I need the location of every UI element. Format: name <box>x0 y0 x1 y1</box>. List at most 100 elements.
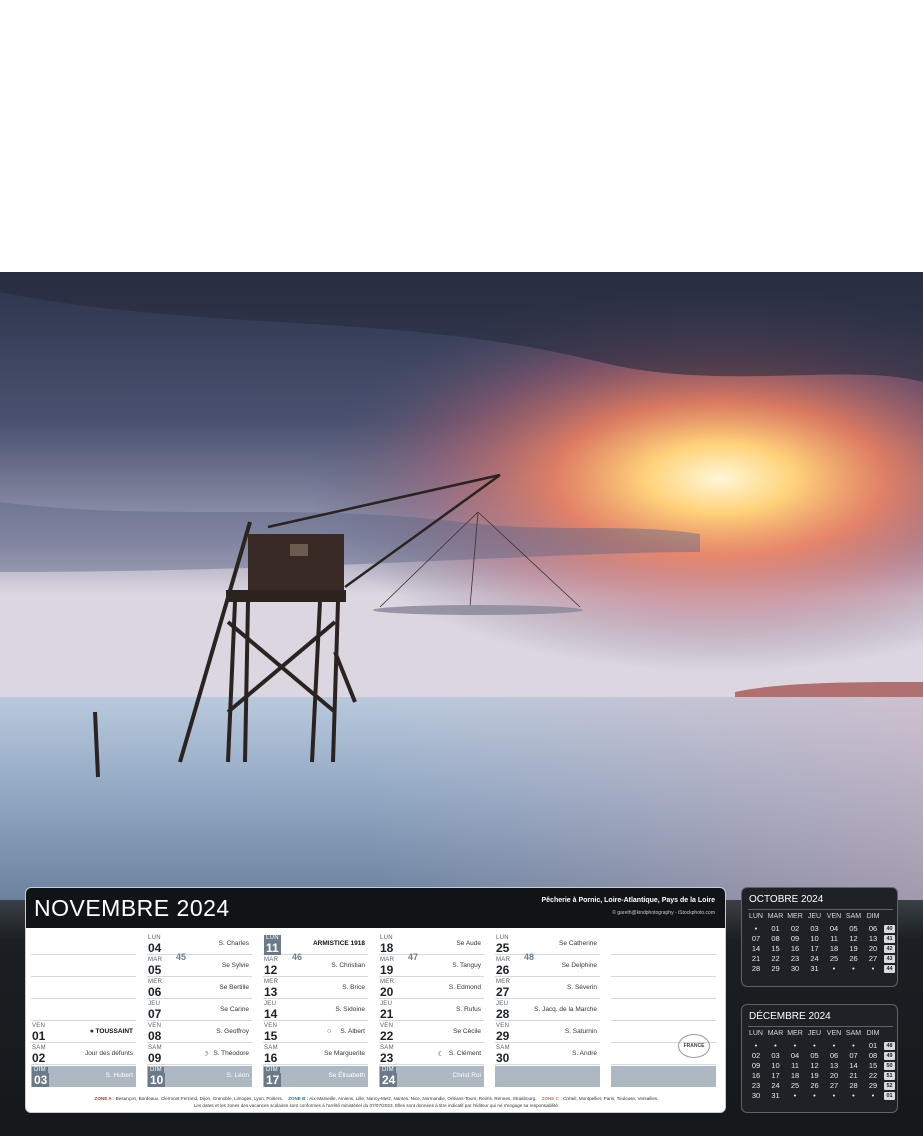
saint-name: S. Hubert <box>105 1072 133 1079</box>
mini-week-number: 50 <box>884 1062 895 1070</box>
day-number: 23 <box>380 1051 394 1065</box>
mini-day: 13 <box>829 1061 839 1070</box>
mini-week-number: 43 <box>884 955 895 963</box>
weekday-header: VEN <box>826 913 842 920</box>
mini-day: • <box>852 1091 855 1100</box>
mini-day: 15 <box>771 944 780 953</box>
saint-name: S. Edmond <box>448 984 481 991</box>
mini-day: 29 <box>868 1081 878 1090</box>
mini-calendar-october: OCTOBRE 2024 LUN MAR MER JEU VEN SAM DIM • 01 02 03… <box>741 887 898 987</box>
holiday-label: TOUSSAINT <box>95 1028 133 1035</box>
weekday-header: MAR <box>767 913 784 920</box>
empty-cell <box>611 934 716 955</box>
mini-day: 24 <box>810 954 819 963</box>
mini-day: 13 <box>868 934 878 943</box>
day-number: 09 <box>148 1051 162 1065</box>
weekday-header: JEU <box>807 1030 822 1037</box>
day-cell: VEN 08 S. Geoffroy <box>147 1022 252 1043</box>
sunday-cell: DIM 10 S. Léon <box>147 1066 252 1087</box>
mini-day: 18 <box>790 1071 800 1080</box>
saint-name: Se Élisabeth <box>328 1072 366 1079</box>
empty-cell <box>31 956 136 977</box>
mini-day: 26 <box>810 1081 819 1090</box>
day-cell: VEN 01 ● TOUSSAINT <box>31 1022 136 1043</box>
mini-week-number: 40 <box>884 925 895 933</box>
zone-a-label: ZONE A : <box>94 1096 115 1101</box>
saint-name: S. Léon <box>226 1072 249 1079</box>
saint-name: S. Rufus <box>456 1006 481 1013</box>
zones-note: Les dates et les zones des vacances scol… <box>193 1103 560 1108</box>
day-cell: MAR 05 Se Sylvie <box>147 956 252 977</box>
mini-week-number: 41 <box>884 935 895 943</box>
school-zones-legend: ZONE A : Besançon, Bordeaux, Clermont-Fe… <box>36 1095 717 1109</box>
saint-name: Se Catherine <box>559 940 597 947</box>
calendar-header: NOVEMBRE 2024 Pêcherie à Pornic, Loire-A… <box>26 888 725 928</box>
mini-week-number: 48 <box>884 1042 895 1050</box>
day-number: 03 <box>32 1073 50 1087</box>
mini-day: 17 <box>810 944 819 953</box>
mini-week-number: 01 <box>884 1092 895 1100</box>
mini-day: 21 <box>849 1071 858 1080</box>
zone-a-text: Besançon, Bordeaux, Clermont-Ferrand, Di… <box>115 1096 283 1101</box>
mini-day: 01 <box>771 924 780 933</box>
mini-day: • <box>832 964 836 973</box>
day-cell: JEU 14 S. Sidoine <box>263 1000 368 1021</box>
mini-day: 30 <box>751 1091 761 1100</box>
mini-day: • <box>852 1041 855 1050</box>
saint-name: S. Théodore <box>213 1050 249 1057</box>
week-number: 46 <box>292 952 303 962</box>
mini-day: 02 <box>751 1051 761 1060</box>
saint-name: S. Sidoine <box>335 1006 365 1013</box>
day-number: 14 <box>264 1007 278 1021</box>
mini-day: 01 <box>868 1041 878 1050</box>
zone-b-label: ZONE B : <box>288 1096 309 1101</box>
empty-cell <box>611 1000 716 1021</box>
saint-name: S. André <box>572 1050 597 1057</box>
day-number: 10 <box>148 1073 166 1087</box>
mini-day: • <box>793 1091 797 1100</box>
mini-day: 04 <box>829 924 839 933</box>
mini-calendar-title: OCTOBRE 2024 <box>749 894 824 905</box>
day-number: 18 <box>380 941 394 955</box>
mini-day: 16 <box>751 1071 761 1080</box>
day-cell: LUN 18 Se Aude <box>379 934 484 955</box>
weekday-header: LUN <box>748 913 763 920</box>
day-number: 28 <box>496 1007 510 1021</box>
day-cell: SAM 09 ☽ S. Théodore <box>147 1044 252 1065</box>
mini-day: 28 <box>751 964 761 973</box>
weekday-header: SAM <box>845 1030 862 1037</box>
saint-name: S. Albert <box>340 1028 365 1035</box>
mini-day: 15 <box>868 1061 878 1070</box>
mini-day: 19 <box>810 1071 819 1080</box>
saint-name: S. Christian <box>331 962 365 969</box>
france-badge: FRANCE <box>678 1034 710 1058</box>
mini-day: 03 <box>771 1051 780 1060</box>
new-moon-icon: ● <box>89 1028 94 1035</box>
mini-day: 12 <box>810 1061 819 1070</box>
mini-day: • <box>754 1041 758 1050</box>
divider <box>748 1026 893 1027</box>
mini-day: 11 <box>791 1061 799 1070</box>
day-number: 15 <box>264 1029 278 1043</box>
saint-name: Se Marguerite <box>324 1050 365 1057</box>
mini-day: 10 <box>771 1061 780 1070</box>
mini-day: 25 <box>790 1081 800 1090</box>
saint-name: Jour des défunts <box>84 1050 133 1057</box>
day-cell: MER 27 S. Séverin <box>495 978 600 999</box>
first-quarter-icon: ☽ <box>202 1051 209 1058</box>
mini-day: 28 <box>849 1081 858 1090</box>
mini-day: 23 <box>790 954 800 963</box>
weekday-header: MAR <box>767 1030 784 1037</box>
photo-caption: Pêcherie à Pornic, Loire-Atlantique, Pay… <box>541 897 716 904</box>
saint-name: Christ Roi <box>452 1072 481 1079</box>
day-number: 07 <box>148 1007 162 1021</box>
day-number: 16 <box>264 1051 278 1065</box>
empty-cell <box>611 978 716 999</box>
mini-day: 06 <box>868 924 878 933</box>
mini-calendar-december: DÉCEMBRE 2024 LUN MAR MER JEU VEN SAM DIM • • • • • •… <box>741 1004 898 1113</box>
month-calendar: NOVEMBRE 2024 Pêcherie à Pornic, Loire-A… <box>25 887 726 1113</box>
mini-week-number: 42 <box>884 945 895 953</box>
weekday-header: DIM <box>866 1030 880 1037</box>
saint-name: Se Aude <box>456 940 481 947</box>
saint-name: S. Clément <box>448 1050 481 1057</box>
